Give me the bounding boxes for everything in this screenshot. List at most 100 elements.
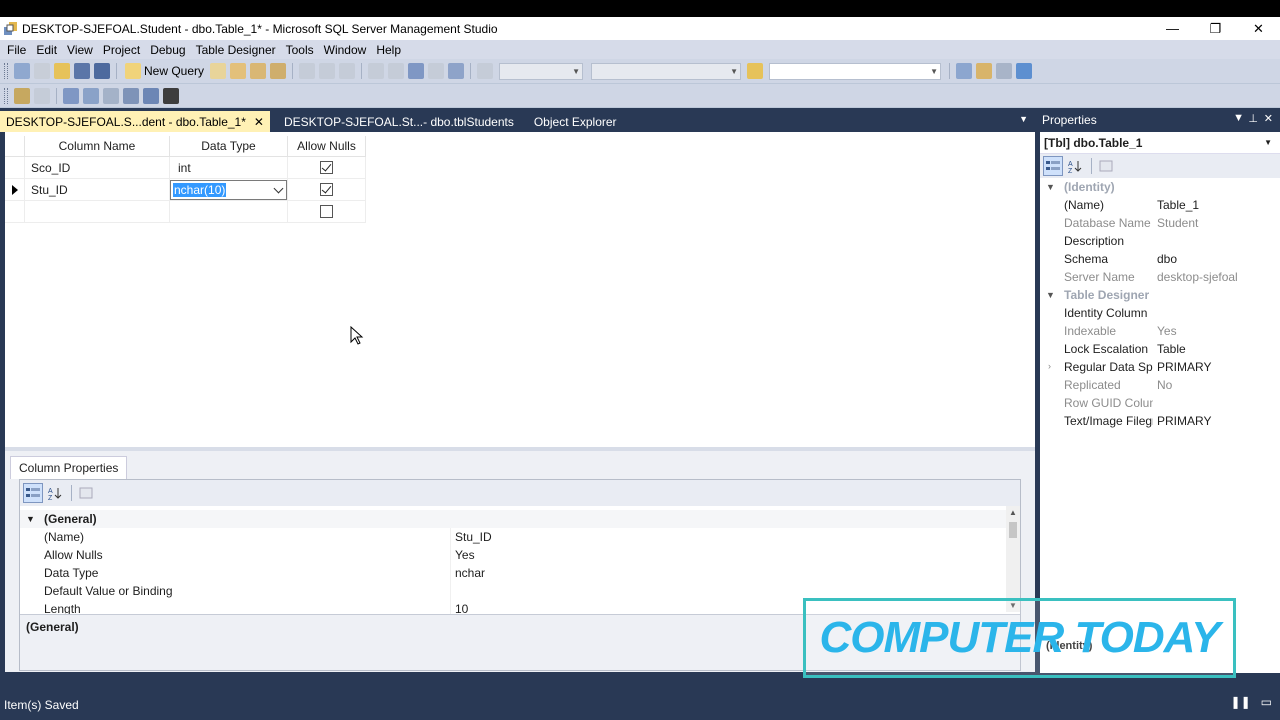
property-value[interactable]: Stu_ID — [450, 528, 492, 546]
property-value[interactable]: nchar — [450, 564, 485, 582]
object-selector[interactable]: [Tbl] dbo.Table_1 ▼ — [1040, 132, 1280, 154]
toolbar-grip[interactable] — [4, 63, 8, 79]
menu-window[interactable]: Window — [319, 43, 372, 57]
relationships-icon[interactable] — [63, 87, 79, 104]
data-type-cell[interactable]: nchar(10) — [170, 179, 288, 201]
property-row[interactable]: Allow Nulls Yes — [20, 546, 1008, 564]
manage-xml-indexes-icon[interactable] — [123, 87, 139, 104]
row-selector[interactable] — [5, 157, 25, 179]
solution-config-combo[interactable]: ▼ — [499, 62, 584, 80]
scroll-up-icon[interactable]: ▲ — [1009, 508, 1017, 517]
mdx-query-icon[interactable] — [250, 63, 267, 79]
allow-nulls-cell[interactable] — [288, 201, 366, 223]
allow-nulls-cell[interactable] — [288, 157, 366, 179]
property-row[interactable]: (Name) Stu_ID — [20, 528, 1008, 546]
collapse-icon[interactable]: ▼ — [26, 514, 35, 524]
menu-view[interactable]: View — [62, 43, 98, 57]
menu-debug[interactable]: Debug — [145, 43, 190, 57]
property-row[interactable]: Indexable Yes — [1040, 322, 1280, 340]
tab-column-properties[interactable]: Column Properties — [10, 456, 128, 479]
row-selector[interactable] — [5, 201, 25, 223]
property-row[interactable]: Replicated No — [1040, 376, 1280, 394]
property-row[interactable]: Server Name desktop-sjefoal — [1040, 268, 1280, 286]
toolbar-grip[interactable] — [4, 87, 8, 104]
alphabetical-icon[interactable]: AZ — [45, 483, 65, 503]
property-value[interactable]: Table_1 — [1153, 198, 1273, 212]
menu-file[interactable]: File — [2, 43, 31, 57]
analysis-query-icon[interactable] — [230, 63, 247, 79]
object-explorer-icon[interactable] — [976, 63, 993, 79]
row-selector[interactable] — [5, 179, 25, 201]
manage-fulltext-icon[interactable] — [103, 87, 119, 104]
menu-tools[interactable]: Tools — [281, 43, 319, 57]
restore-button[interactable]: ❐ — [1194, 17, 1237, 40]
db-engine-query-icon[interactable] — [210, 63, 227, 79]
navigate-icon[interactable] — [408, 63, 425, 79]
property-row[interactable]: › Regular Data Spac PRIMARY — [1040, 358, 1280, 376]
find-in-files-icon[interactable] — [747, 63, 764, 79]
close-tab-icon[interactable]: ✕ — [254, 115, 264, 129]
property-row[interactable]: Data Type nchar — [20, 564, 1008, 582]
expand-icon[interactable]: › — [1048, 361, 1051, 371]
cut-icon[interactable] — [299, 63, 316, 79]
solution-platform-combo[interactable]: ▼ — [591, 62, 742, 80]
manage-spatial-indexes-icon[interactable] — [163, 87, 179, 104]
property-row[interactable]: Schema dbo — [1040, 250, 1280, 268]
vertical-scrollbar[interactable]: ▲ ▼ — [1006, 506, 1020, 612]
paste-icon[interactable] — [339, 63, 356, 79]
property-pages-icon[interactable] — [1096, 156, 1116, 176]
start-debug-icon[interactable] — [477, 63, 494, 79]
window-position-icon[interactable]: ▼ — [1233, 112, 1244, 124]
redo-icon[interactable] — [388, 63, 405, 79]
property-value[interactable] — [450, 582, 455, 600]
data-type-dropdown[interactable]: nchar(10) — [170, 179, 287, 200]
data-type-cell[interactable]: int — [170, 157, 288, 179]
column-name-cell[interactable] — [25, 201, 170, 223]
allow-nulls-checkbox[interactable] — [320, 183, 333, 196]
copy-icon[interactable] — [319, 63, 336, 79]
data-type-cell[interactable] — [170, 201, 288, 223]
close-window-button[interactable]: ✕ — [1237, 17, 1280, 40]
find-combo[interactable]: ▼ — [769, 62, 942, 80]
dmx-query-icon[interactable] — [270, 63, 287, 79]
categorized-icon[interactable] — [1043, 156, 1063, 176]
property-row[interactable]: Database Name Student — [1040, 214, 1280, 232]
property-row[interactable]: Row GUID Colum — [1040, 394, 1280, 412]
property-row[interactable]: Description — [1040, 232, 1280, 250]
solution-config-icon[interactable] — [448, 63, 465, 79]
column-name-cell[interactable]: Sco_ID — [25, 157, 170, 179]
save-icon[interactable] — [74, 63, 90, 79]
property-value[interactable]: Yes — [450, 546, 475, 564]
tab-table-1[interactable]: DESKTOP-SJEFOAL.S...dent - dbo.Table_1* … — [0, 111, 270, 132]
menu-project[interactable]: Project — [98, 43, 145, 57]
pause-icon[interactable]: ❚❚ — [1231, 695, 1251, 709]
generate-change-script-icon[interactable] — [14, 87, 30, 104]
tab-tblstudents[interactable]: DESKTOP-SJEFOAL.St...- dbo.tblStudents — [278, 111, 520, 132]
add-item-icon[interactable] — [34, 63, 50, 79]
new-project-icon[interactable] — [14, 63, 30, 79]
property-row[interactable]: Text/Image Filegro PRIMARY — [1040, 412, 1280, 430]
property-value[interactable]: PRIMARY — [1153, 360, 1273, 374]
scroll-thumb[interactable] — [1009, 522, 1017, 538]
allow-nulls-checkbox[interactable] — [320, 205, 333, 218]
collapse-icon[interactable]: ▼ — [1046, 290, 1055, 300]
new-query-button[interactable]: New Query — [121, 63, 208, 79]
nav-forward-icon[interactable] — [428, 63, 445, 79]
property-value[interactable]: PRIMARY — [1153, 414, 1273, 428]
registered-servers-icon[interactable] — [956, 63, 973, 79]
property-row[interactable]: Identity Column — [1040, 304, 1280, 322]
manage-check-constraints-icon[interactable] — [143, 87, 159, 104]
tabs-dropdown-icon[interactable]: ▼ — [1019, 114, 1028, 124]
screen-icon[interactable]: ▭ — [1261, 695, 1272, 709]
property-category-table-designer[interactable]: ▼ Table Designer — [1040, 286, 1280, 304]
open-file-icon[interactable] — [54, 63, 70, 79]
property-row[interactable]: (Name) Table_1 — [1040, 196, 1280, 214]
categorized-icon[interactable] — [23, 483, 43, 503]
set-primary-key-icon[interactable] — [34, 87, 50, 104]
alphabetical-icon[interactable]: AZ — [1065, 156, 1085, 176]
menu-help[interactable]: Help — [371, 43, 406, 57]
manage-indexes-icon[interactable] — [83, 87, 99, 104]
property-row[interactable]: Lock Escalation Table — [1040, 340, 1280, 358]
minimize-button[interactable]: — — [1151, 17, 1194, 40]
menu-edit[interactable]: Edit — [31, 43, 62, 57]
